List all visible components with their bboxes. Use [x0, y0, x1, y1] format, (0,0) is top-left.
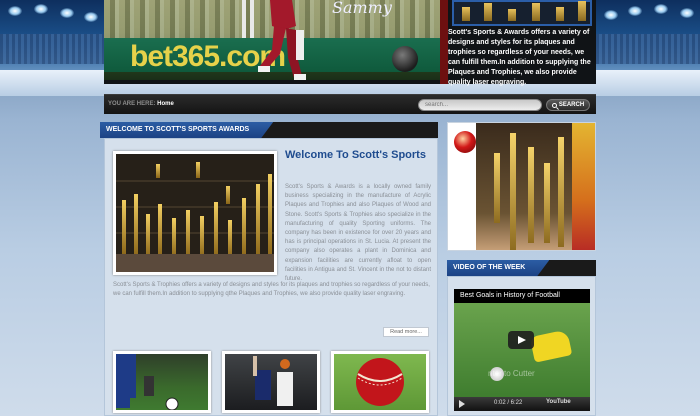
breadcrumb-bar: YOU ARE HERE: Home SEARCH — [104, 94, 596, 114]
cricket-ball-grass-image — [356, 358, 404, 406]
search-button[interactable]: SEARCH — [546, 99, 590, 111]
video-section-title: VIDEO OF THE WEEK — [447, 260, 549, 276]
stadium-light — [84, 12, 98, 22]
stadium-light — [654, 4, 668, 14]
section-title: WELCOME TO SCOTT'S SPORTS AWARDS — [100, 122, 273, 138]
intro-paragraph: Scott's Sports & Awards is a locally own… — [285, 184, 431, 283]
trophy — [462, 7, 470, 21]
trophy — [196, 162, 200, 178]
breadcrumb-label: YOU ARE HERE: — [108, 101, 156, 107]
trophy — [558, 137, 564, 247]
stadium-light — [680, 8, 694, 18]
stadium-light — [8, 6, 22, 16]
trophy — [242, 198, 246, 258]
trophy — [122, 200, 126, 256]
header-divider — [440, 0, 448, 84]
trophy — [484, 3, 492, 21]
shelf — [116, 180, 274, 182]
football-players-image — [116, 354, 179, 410]
trophy — [134, 194, 138, 258]
stadium-light — [604, 10, 618, 20]
trophy — [186, 210, 190, 258]
stadium-stand-left — [0, 34, 110, 64]
welcome-content: Welcome To Scott's Sports Scott's Sports… — [104, 138, 438, 416]
video-watermark: nter to Cutter — [488, 369, 535, 378]
video-time: 0:02 / 6:22 — [494, 400, 523, 406]
youtube-video-player[interactable]: Best Goals in History of Football nter t… — [454, 289, 590, 411]
trophies-promo-image[interactable] — [447, 122, 596, 251]
trophy — [214, 202, 218, 258]
promo-color-band — [572, 123, 595, 250]
trophy — [228, 220, 232, 258]
site-header: bet365.com Sammy Scott's Sports & Awards… — [104, 0, 596, 86]
trophy — [200, 216, 204, 258]
cricket-ball-image — [392, 46, 418, 72]
search-icon — [551, 102, 557, 108]
football-thumbnail[interactable] — [113, 351, 211, 413]
video-controls: 0:02 / 6:22 YouTube — [454, 397, 590, 411]
trophy — [508, 9, 516, 21]
search-input[interactable] — [418, 99, 542, 111]
video-title[interactable]: Best Goals in History of Football — [460, 292, 560, 299]
breadcrumb: YOU ARE HERE: Home — [108, 101, 174, 107]
trophy — [528, 147, 534, 243]
video-of-the-week: Best Goals in History of Football nter t… — [447, 276, 596, 416]
basketball-thumbnail[interactable] — [222, 351, 320, 413]
showroom-floor — [116, 254, 274, 272]
trophy — [268, 174, 272, 258]
trophy — [494, 153, 500, 223]
trophy — [510, 133, 516, 250]
video-section-header: VIDEO OF THE WEEK — [447, 260, 596, 276]
player-signature: Sammy — [332, 0, 392, 17]
header-banner: bet365.com Sammy — [104, 0, 440, 80]
trophy — [172, 218, 176, 258]
trophy — [226, 186, 230, 204]
shelf — [116, 206, 274, 208]
trophy — [532, 3, 540, 21]
header-description: Scott's Sports & Awards offers a variety… — [448, 29, 591, 86]
header-trophy-image — [452, 0, 592, 26]
stadium-stand-right — [596, 34, 700, 64]
youtube-logo[interactable]: YouTube — [546, 399, 571, 405]
trophy — [256, 184, 260, 258]
red-ball-icon — [454, 131, 476, 153]
shelf — [116, 232, 274, 234]
cricket-thumbnail[interactable] — [331, 351, 429, 413]
search-button-label: SEARCH — [558, 102, 585, 108]
breadcrumb-home-link[interactable]: Home — [157, 101, 174, 107]
play-pause-button[interactable] — [459, 400, 465, 408]
stadium-light — [34, 4, 48, 14]
cricket-player-image — [242, 0, 306, 80]
page-title: Welcome To Scott's Sports — [285, 149, 426, 161]
basketball-players-image — [253, 356, 293, 406]
trophy — [578, 1, 586, 21]
services-paragraph: Scott's Sports & Trophies offers a varie… — [113, 282, 430, 298]
read-more-button[interactable]: Read more... — [383, 327, 429, 337]
stadium-light — [60, 8, 74, 18]
trophy — [556, 7, 564, 21]
trophy — [156, 164, 160, 178]
stadium-light — [628, 6, 642, 16]
trophy — [158, 204, 162, 258]
welcome-section-header: WELCOME TO SCOTT'S SPORTS AWARDS — [100, 122, 438, 138]
trophy — [146, 214, 150, 258]
trophy — [544, 163, 550, 243]
trophy-showroom-image — [113, 151, 277, 275]
play-icon[interactable] — [508, 331, 534, 349]
